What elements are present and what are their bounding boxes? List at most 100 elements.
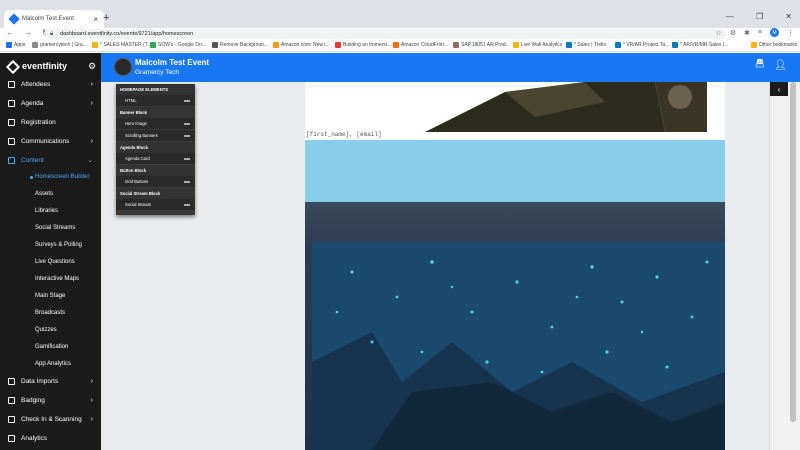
- element-hero-image[interactable]: Hero Image: [116, 118, 195, 129]
- sidebar-item-label: Communications: [21, 137, 70, 145]
- bookmark[interactable]: Amazon.com: New i...: [273, 42, 330, 48]
- drag-handle-icon[interactable]: [184, 134, 190, 137]
- data-imports-icon: [8, 377, 15, 385]
- sidebar-subitem-social-streams[interactable]: Social Streams: [35, 225, 75, 231]
- bookmark[interactable]: * SALES MASTER (T...: [92, 42, 151, 48]
- sidebar-item-label: Registration: [21, 118, 56, 126]
- new-tab-icon[interactable]: +: [103, 12, 109, 24]
- sidebar-subitem-homescreen-builder[interactable]: Homescreen Builder: [35, 174, 89, 180]
- browser-tab[interactable]: Malcolm Test Event ×: [4, 10, 104, 28]
- eventfinity-favicon-icon: [8, 13, 20, 25]
- html-block-artwork[interactable]: [305, 82, 707, 132]
- maximize-icon[interactable]: ❐: [756, 12, 763, 21]
- sidebar-subitem-surveys-polling[interactable]: Surveys & Polling: [35, 242, 82, 248]
- homepage-elements-panel: HOMEPAGE ELEMENTS HTML Banner Block Hero…: [116, 84, 195, 215]
- bookmarks-bar: Apps gramercytech | Gra... * SALES MASTE…: [0, 40, 800, 52]
- group-banner-block: Banner Block: [116, 107, 195, 118]
- back-icon[interactable]: ←: [6, 28, 14, 37]
- sidebar-subitem-broadcasts[interactable]: Broadcasts: [35, 310, 65, 316]
- merge-tags-text: [first_name], [email]: [306, 131, 382, 138]
- collapse-panel-button[interactable]: ‹: [770, 82, 788, 96]
- drag-handle-icon[interactable]: [184, 122, 190, 125]
- hero-image: [312, 242, 725, 450]
- drag-handle-icon[interactable]: [184, 99, 190, 102]
- sidebar-item-communications[interactable]: Communications ›: [0, 134, 101, 148]
- sidebar: Attendees › Agenda › Registration Commun…: [0, 80, 101, 450]
- bookmark[interactable]: * Sales | Trello: [566, 42, 606, 48]
- forward-icon[interactable]: →: [24, 28, 32, 37]
- window-close-icon[interactable]: ✕: [785, 12, 792, 21]
- drag-handle-icon[interactable]: [184, 157, 190, 160]
- sidebar-item-attendees[interactable]: Attendees ›: [0, 77, 101, 91]
- sidebar-subitem-interactive-maps[interactable]: Interactive Maps: [35, 276, 79, 282]
- sidebar-item-registration[interactable]: Registration: [0, 115, 101, 129]
- bookmark-apps[interactable]: Apps: [6, 42, 25, 48]
- bookmark[interactable]: Building an Immersi...: [335, 42, 391, 48]
- sidebar-subitem-app-analytics[interactable]: App Analytics: [35, 361, 71, 367]
- url-input[interactable]: 🔒︎ dashboard.eventfinity.co/events/9721/…: [46, 29, 726, 39]
- drag-handle-icon[interactable]: [184, 180, 190, 183]
- sidebar-item-check-in-scanning[interactable]: Check In & Scanning ›: [0, 412, 101, 426]
- event-title: Malcolm Test Event: [135, 58, 210, 67]
- lock-icon: 🔒︎: [50, 31, 54, 37]
- bookmark[interactable]: Remove Backgroun...: [212, 42, 268, 48]
- media-icon[interactable]: ≡: [758, 29, 762, 36]
- bookmark[interactable]: gramercytech | Gra...: [32, 42, 87, 48]
- profile-avatar[interactable]: M: [770, 28, 779, 37]
- element-social-stream[interactable]: Social Stream: [116, 199, 195, 210]
- close-icon[interactable]: ×: [93, 15, 98, 24]
- active-indicator-icon: [30, 176, 33, 179]
- content-icon: [8, 156, 15, 164]
- element-html[interactable]: HTML: [116, 95, 195, 106]
- app-header: eventfinity ⚙ Malcolm Test Event Gramerc…: [0, 53, 800, 82]
- banner-block[interactable]: [305, 140, 725, 202]
- bookmark[interactable]: Amazon CloudFron...: [393, 42, 448, 48]
- sidebar-item-agenda[interactable]: Agenda ›: [0, 96, 101, 110]
- bookmark[interactable]: SAP.18051 AR Prod...: [453, 42, 510, 48]
- element-scrolling-banners[interactable]: Scrolling Banners: [116, 130, 195, 141]
- scrollbar-thumb[interactable]: [790, 82, 796, 422]
- event-avatar[interactable]: [114, 58, 132, 76]
- browser-tab-bar: Malcolm Test Event × + — ❐ ✕: [0, 0, 800, 28]
- minimize-icon[interactable]: —: [726, 12, 734, 21]
- brand-name: eventfinity: [22, 61, 68, 71]
- agenda-icon: [8, 99, 15, 107]
- chevron-right-icon: ›: [90, 99, 93, 107]
- window-controls: — ❐ ✕: [726, 12, 792, 21]
- sidebar-subitem-main-stage[interactable]: Main Stage: [35, 293, 65, 299]
- group-social-stream-block: Social Stream Block: [116, 188, 195, 199]
- chevron-left-icon: ‹: [777, 84, 781, 94]
- sidebar-subitem-gamification[interactable]: Gamification: [35, 344, 68, 350]
- sidebar-item-data-imports[interactable]: Data Imports ›: [0, 374, 101, 388]
- sidebar-subitem-assets[interactable]: Assets: [35, 191, 53, 197]
- chevron-right-icon: ›: [90, 415, 93, 423]
- extension-icon[interactable]: ⚙: [730, 29, 736, 37]
- menu-icon[interactable]: ⋮: [787, 29, 794, 37]
- sidebar-subitem-libraries[interactable]: Libraries: [35, 208, 58, 214]
- bookmark-other[interactable]: Other bookmarks: [751, 42, 797, 48]
- element-agenda-card[interactable]: Agenda Card: [116, 153, 195, 164]
- sidebar-item-badging[interactable]: Badging ›: [0, 393, 101, 407]
- chevron-right-icon: ›: [90, 377, 93, 385]
- sidebar-subitem-quizzes[interactable]: Quizzes: [35, 327, 57, 333]
- element-grid-buttons[interactable]: Grid Buttons: [116, 176, 195, 187]
- star-icon[interactable]: ☆: [715, 29, 721, 37]
- group-button-block: Button Block: [116, 165, 195, 176]
- check-in-icon: [8, 415, 15, 423]
- puzzle-icon[interactable]: ✱: [744, 29, 750, 37]
- chevron-right-icon: ›: [90, 396, 93, 404]
- bookmark[interactable]: * AR/VR/MR Sales |...: [672, 42, 728, 48]
- group-agenda-block: Agenda Block: [116, 142, 195, 153]
- user-icon[interactable]: 👤︎: [774, 60, 787, 71]
- bookmark[interactable]: * VR/AR Project Ta...: [615, 42, 669, 48]
- sidebar-item-content[interactable]: Content ⌄: [0, 153, 101, 167]
- sidebar-subitem-live-questions[interactable]: Live Questions: [35, 259, 75, 265]
- drag-handle-icon[interactable]: [184, 203, 190, 206]
- sidebar-item-analytics[interactable]: Analytics: [0, 431, 101, 445]
- bookmark[interactable]: Live Wall Analytics: [513, 42, 562, 48]
- sidebar-item-label: Check In & Scanning: [21, 415, 82, 423]
- bookmark[interactable]: SOW's - Google Dri...: [150, 42, 206, 48]
- settings-icon[interactable]: ⚙: [88, 61, 96, 72]
- tab-title: Malcolm Test Event: [22, 16, 74, 22]
- illustration-graphic: [425, 82, 707, 132]
